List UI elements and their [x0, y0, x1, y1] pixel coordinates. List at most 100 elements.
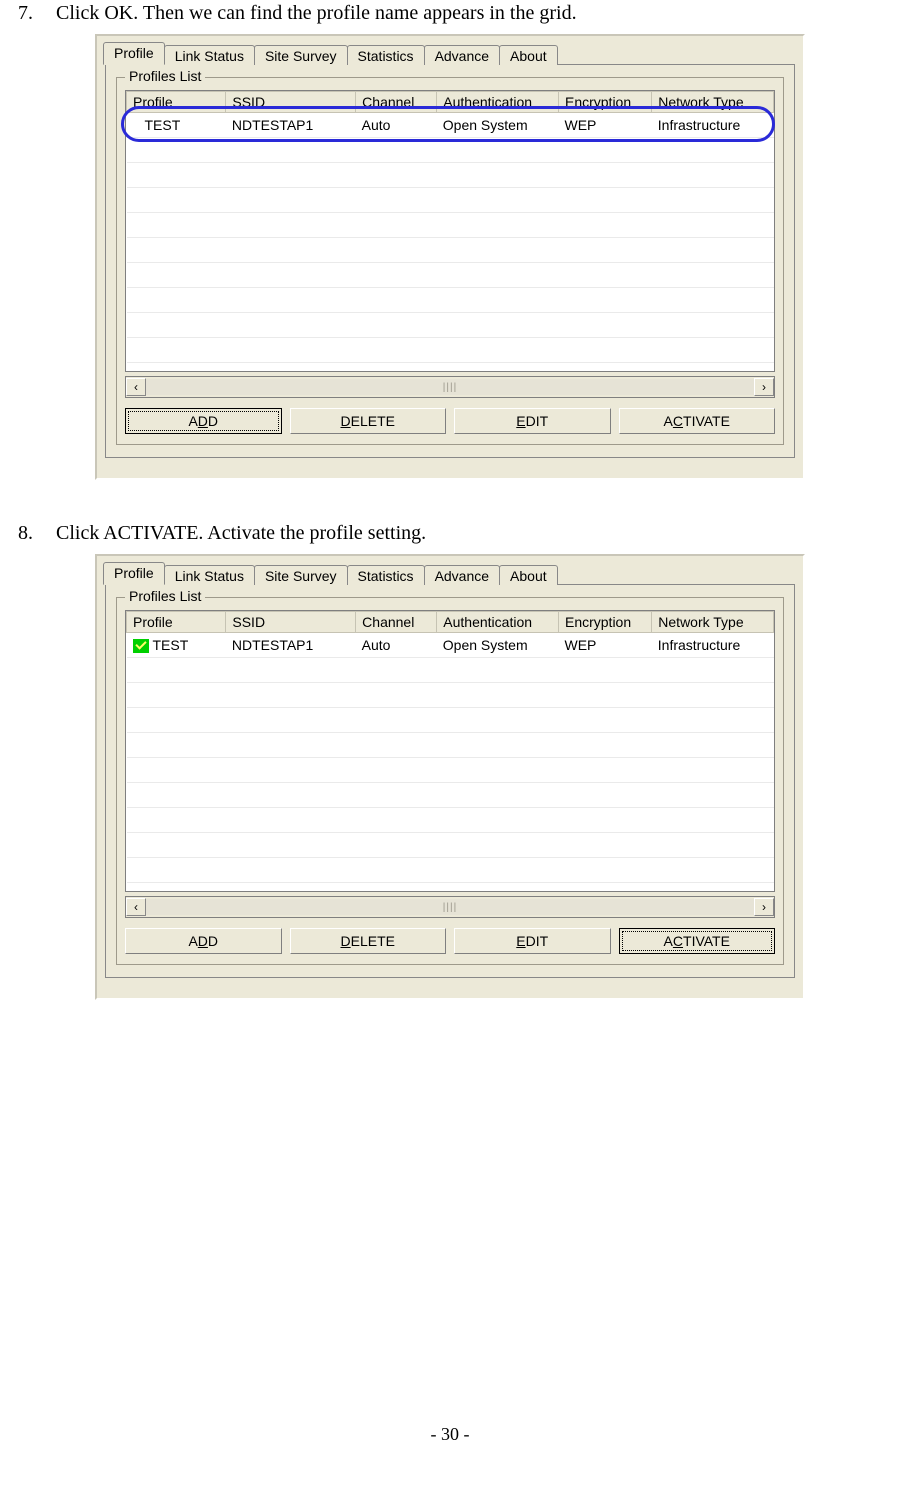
- col-channel[interactable]: Channel: [356, 92, 437, 113]
- tab-link-status[interactable]: Link Status: [164, 565, 255, 585]
- grid-row-empty: [127, 833, 774, 858]
- scroll-left-icon[interactable]: ‹: [126, 898, 146, 916]
- groupbox-label: Profiles List: [125, 588, 205, 604]
- page-number: - 30 -: [0, 1424, 900, 1445]
- cell-ssid: NDTESTAP1: [226, 113, 356, 138]
- tab-statistics[interactable]: Statistics: [347, 45, 425, 65]
- profiles-list-group: Profiles List Profile SSID Channel: [116, 77, 784, 445]
- tab-bar: Profile Link Status Site Survey Statisti…: [103, 562, 795, 585]
- delete-button[interactable]: DELETE: [290, 928, 447, 954]
- grid-row-empty: [127, 658, 774, 683]
- grid-row-empty: [127, 288, 774, 313]
- active-check-icon: [133, 639, 149, 653]
- activate-button[interactable]: ACTIVATE: [619, 928, 776, 954]
- tab-site-survey[interactable]: Site Survey: [254, 45, 348, 65]
- tab-profile[interactable]: Profile: [103, 42, 165, 65]
- col-auth[interactable]: Authentication: [437, 612, 559, 633]
- tab-about[interactable]: About: [499, 45, 558, 65]
- groupbox-label: Profiles List: [125, 68, 205, 84]
- cell-nettype: Infrastructure: [652, 113, 774, 138]
- button-row: ADD DELETE EDIT ACTIVATE: [125, 928, 775, 954]
- col-nettype[interactable]: Network Type: [652, 92, 774, 113]
- grid-row-empty: [127, 783, 774, 808]
- cell-profile: TEST: [127, 113, 226, 138]
- scroll-right-icon[interactable]: ›: [754, 898, 774, 916]
- grid-row-empty: [127, 313, 774, 338]
- tab-statistics[interactable]: Statistics: [347, 565, 425, 585]
- grid-row-empty: [127, 758, 774, 783]
- grid-header-row: Profile SSID Channel Authentication Encr…: [127, 92, 774, 113]
- cell-auth: Open System: [437, 113, 559, 138]
- cell-ssid: NDTESTAP1: [226, 633, 356, 658]
- grid-row-empty: [127, 213, 774, 238]
- col-enc[interactable]: Encryption: [558, 92, 651, 113]
- profiles-list-group: Profiles List Profile SSID Channel Authe…: [116, 597, 784, 965]
- cell-channel: Auto: [356, 113, 437, 138]
- grid-header-row: Profile SSID Channel Authentication Encr…: [127, 612, 774, 633]
- step-number: 7.: [18, 0, 56, 26]
- col-profile[interactable]: Profile: [127, 612, 226, 633]
- step-text: Click OK. Then we can find the profile n…: [56, 0, 577, 26]
- tab-site-survey[interactable]: Site Survey: [254, 565, 348, 585]
- figure-2: Profile Link Status Site Survey Statisti…: [0, 554, 900, 1000]
- scroll-right-icon[interactable]: ›: [754, 378, 774, 396]
- grid-row-empty: [127, 238, 774, 263]
- grid-row-empty: [127, 338, 774, 363]
- cell-enc: WEP: [558, 113, 651, 138]
- scroll-grip-icon: ||||: [443, 382, 457, 393]
- cell-enc: WEP: [558, 633, 651, 658]
- add-button[interactable]: ADD: [125, 928, 282, 954]
- grid-row-empty: [127, 163, 774, 188]
- grid-row-empty: [127, 188, 774, 213]
- col-nettype[interactable]: Network Type: [652, 612, 774, 633]
- scroll-track[interactable]: ||||: [146, 899, 754, 915]
- horizontal-scrollbar[interactable]: ‹ |||| ›: [125, 896, 775, 918]
- tab-advance[interactable]: Advance: [424, 565, 500, 585]
- edit-button[interactable]: EDIT: [454, 408, 611, 434]
- profiles-grid[interactable]: Profile SSID Channel Authentication Encr…: [125, 90, 775, 372]
- cell-channel: Auto: [356, 633, 437, 658]
- scroll-grip-icon: ||||: [443, 902, 457, 913]
- dialog-profile-2: Profile Link Status Site Survey Statisti…: [95, 554, 805, 1000]
- grid-row-empty: [127, 733, 774, 758]
- dialog-profile-1: Profile Link Status Site Survey Statisti…: [95, 34, 805, 480]
- profiles-grid[interactable]: Profile SSID Channel Authentication Encr…: [125, 610, 775, 892]
- cell-auth: Open System: [437, 633, 559, 658]
- tab-bar: Profile Link Status Site Survey Statisti…: [103, 42, 795, 65]
- step-number: 8.: [18, 520, 56, 546]
- tab-link-status[interactable]: Link Status: [164, 45, 255, 65]
- grid-row-empty: [127, 138, 774, 163]
- horizontal-scrollbar[interactable]: ‹ |||| ›: [125, 376, 775, 398]
- scroll-track[interactable]: ||||: [146, 379, 754, 395]
- cell-nettype: Infrastructure: [652, 633, 774, 658]
- col-auth[interactable]: Authentication: [437, 92, 559, 113]
- step-8: 8. Click ACTIVATE. Activate the profile …: [18, 520, 900, 546]
- grid-row-empty: [127, 683, 774, 708]
- col-ssid[interactable]: SSID: [226, 92, 356, 113]
- add-button[interactable]: ADD: [125, 408, 282, 434]
- tab-panel: Profiles List Profile SSID Channel: [105, 64, 795, 458]
- step-text: Click ACTIVATE. Activate the profile set…: [56, 520, 426, 546]
- grid-row-empty: [127, 263, 774, 288]
- tab-profile[interactable]: Profile: [103, 562, 165, 585]
- figure-1: Profile Link Status Site Survey Statisti…: [0, 34, 900, 480]
- grid-row-empty: [127, 708, 774, 733]
- scroll-left-icon[interactable]: ‹: [126, 378, 146, 396]
- button-row: ADD DELETE EDIT ACTIVATE: [125, 408, 775, 434]
- step-7: 7. Click OK. Then we can find the profil…: [18, 0, 900, 26]
- cell-profile: TEST: [127, 633, 226, 658]
- activate-button[interactable]: ACTIVATE: [619, 408, 776, 434]
- col-profile[interactable]: Profile: [127, 92, 226, 113]
- tab-advance[interactable]: Advance: [424, 45, 500, 65]
- col-ssid[interactable]: SSID: [226, 612, 356, 633]
- grid-row-empty: [127, 858, 774, 883]
- tab-about[interactable]: About: [499, 565, 558, 585]
- grid-row[interactable]: TEST NDTESTAP1 Auto Open System WEP Infr…: [127, 113, 774, 138]
- col-enc[interactable]: Encryption: [558, 612, 651, 633]
- tab-panel: Profiles List Profile SSID Channel Authe…: [105, 584, 795, 978]
- delete-button[interactable]: DELETE: [290, 408, 447, 434]
- edit-button[interactable]: EDIT: [454, 928, 611, 954]
- grid-row-empty: [127, 808, 774, 833]
- grid-row[interactable]: TEST NDTESTAP1 Auto Open System WEP Infr…: [127, 633, 774, 658]
- col-channel[interactable]: Channel: [356, 612, 437, 633]
